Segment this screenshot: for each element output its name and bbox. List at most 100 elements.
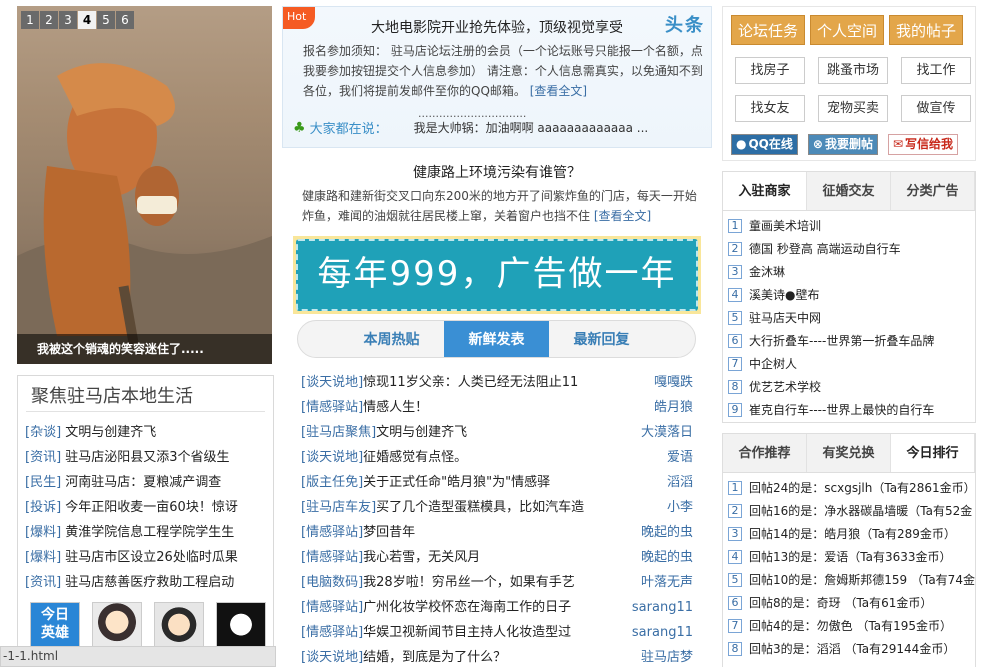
saying-message[interactable]: 我是大帅锅：加油啊啊 aaaaaaaaaaaaa ... (414, 119, 649, 136)
list-item-title[interactable]: 今年正阳收麦一亩60块！惊讶 (61, 500, 238, 515)
list-item-title[interactable]: 金沐琳 (749, 261, 785, 283)
tab-classified-ads[interactable]: 分类广告 (891, 172, 975, 210)
post-category[interactable]: [情感驿站] (301, 520, 363, 545)
list-item[interactable]: 5 回帖10的是：詹姆斯邦德159 （Ta有74金 (728, 568, 975, 591)
list-item[interactable]: 6 大行折叠车----世界第一折叠车品牌 (728, 329, 975, 352)
list-item-title[interactable]: 回帖10的是：詹姆斯邦德159 （Ta有74金 (749, 569, 975, 591)
list-item-title[interactable]: 河南驻马店：夏粮减产调查 (61, 475, 221, 490)
post-author[interactable]: 驻马店梦 (633, 645, 693, 670)
post-author[interactable]: sarang11 (632, 620, 693, 645)
list-item-title[interactable]: 童画美术培训 (749, 215, 821, 237)
post-author[interactable]: 晚起的虫 (633, 545, 693, 570)
list-item[interactable]: 2 回帖16的是：净水器碳晶墙暖（Ta有52金 (728, 499, 975, 522)
list-item[interactable]: [爆料] 驻马店市区设立26处临时瓜果 (25, 545, 273, 570)
list-item[interactable]: [爆料] 黄淮学院信息工程学院学生生 (25, 520, 273, 545)
post-category[interactable]: [谈天说地] (301, 370, 363, 395)
write-letter-button[interactable]: ✉ 写信给我 (887, 134, 959, 155)
list-item[interactable]: [资讯] 驻马店慈善医疗救助工程启动 (25, 570, 273, 595)
post-category[interactable]: [情感驿站] (301, 545, 363, 570)
post-author[interactable]: 大漠落日 (633, 420, 693, 445)
list-item[interactable]: 2 德国 秒登高 高端运动自行车 (728, 237, 975, 260)
list-item-title[interactable]: 回帖24的是：scxgsjlh（Ta有2861金币） (749, 477, 975, 499)
list-item-title[interactable]: 驻马店天中网 (749, 307, 821, 329)
tab-rewards[interactable]: 有奖兑换 (807, 434, 891, 472)
flea-market-button[interactable]: 跳蚤市场 (818, 57, 888, 84)
list-item-title[interactable]: 优艺艺术学校 (749, 376, 821, 398)
read-more-link[interactable]: [查看全文] (594, 209, 651, 223)
post-title[interactable]: 惊现11岁父亲：人类已经无法阻止11 (363, 370, 633, 395)
post-author[interactable]: sarang11 (632, 595, 693, 620)
pet-trade-button[interactable]: 宠物买卖 (818, 95, 888, 122)
post-author[interactable]: 皓月狼 (633, 395, 693, 420)
tab-matchmaking[interactable]: 征婚交友 (807, 172, 891, 210)
post-title[interactable]: 梦回昔年 (363, 520, 633, 545)
post-author[interactable]: 小李 (633, 495, 693, 520)
post-title[interactable]: 征婚感觉有点怪。 (363, 445, 633, 470)
list-item[interactable]: [杂谈] 文明与创建齐飞 (25, 420, 273, 445)
list-item-title[interactable]: 中企树人 (749, 353, 797, 375)
list-item-title[interactable]: 文明与创建齐飞 (61, 425, 156, 440)
list-item-title[interactable]: 崔克自行车----世界上最快的自行车 (749, 399, 934, 421)
list-item[interactable]: 8 回帖3的是：滔滔 （Ta有29144金币） (728, 637, 975, 660)
list-item[interactable]: 4 回帖13的是：爱语（Ta有3633金币） (728, 545, 975, 568)
list-item[interactable]: 9 崔克自行车----世界上最快的自行车 (728, 398, 975, 421)
list-item-category[interactable]: [资讯] (25, 450, 61, 465)
post-title[interactable]: 文明与创建齐飞 (376, 420, 633, 445)
post-author[interactable]: 晚起的虫 (633, 520, 693, 545)
list-item[interactable]: 6 回帖8的是：奇玡 （Ta有61金币） (728, 591, 975, 614)
find-girlfriend-button[interactable]: 找女友 (735, 95, 805, 122)
list-item-category[interactable]: [爆料] (25, 550, 61, 565)
list-item[interactable]: [资讯] 驻马店泌阳县又添3个省级生 (25, 445, 273, 470)
find-house-button[interactable]: 找房子 (735, 57, 805, 84)
list-item[interactable]: [民生] 河南驻马店：夏粮减产调查 (25, 470, 273, 495)
post-category[interactable]: [情感驿站] (301, 395, 363, 420)
list-item[interactable]: 7 回帖4的是：勿傲色 （Ta有195金币） (728, 614, 975, 637)
slider-page-5[interactable]: 5 (97, 11, 115, 29)
slider-page-6[interactable]: 6 (116, 11, 134, 29)
post-author[interactable]: 滔滔 (633, 470, 693, 495)
image-slider[interactable]: 1 2 3 4 5 6 我被这个销魂的笑容迷住了..... (17, 6, 272, 364)
list-item-title[interactable]: 回帖3的是：滔滔 （Ta有29144金币） (749, 638, 955, 660)
post-category[interactable]: [谈天说地] (301, 445, 363, 470)
list-item[interactable]: 3 金沐琳 (728, 260, 975, 283)
tab-new-posts[interactable]: 新鲜发表 (444, 321, 549, 357)
headline-title[interactable]: 大地电影院开业抢先体验，顶级视觉享受 (283, 17, 711, 37)
read-more-link[interactable]: [查看全文] (530, 84, 587, 98)
list-item-title[interactable]: 回帖8的是：奇玡 （Ta有61金币） (749, 592, 932, 614)
list-item-title[interactable]: 回帖13的是：爱语（Ta有3633金币） (749, 546, 952, 568)
post-title[interactable]: 广州化妆学校怀恋在海南工作的日子 (363, 595, 632, 620)
post-title[interactable]: 华娱卫视新闻节目主持人化妆造型过 (363, 620, 632, 645)
avatar[interactable] (154, 602, 204, 652)
list-item[interactable]: 1 回帖24的是：scxgsjlh（Ta有2861金币） (728, 476, 975, 499)
post-category[interactable]: [版主任免] (301, 470, 363, 495)
avatar[interactable] (92, 602, 142, 652)
list-item-title[interactable]: 回帖16的是：净水器碳晶墙暖（Ta有52金 (749, 500, 972, 522)
tab-daily-ranking[interactable]: 今日排行 (891, 434, 975, 472)
slider-page-2[interactable]: 2 (40, 11, 58, 29)
post-title[interactable]: 关于正式任命"皓月狼"为"情感驿 (363, 470, 633, 495)
post-author[interactable]: 嘎嘎跌 (633, 370, 693, 395)
list-item-title[interactable]: 驻马店慈善医疗救助工程启动 (61, 575, 234, 590)
list-item[interactable]: 1 童画美术培训 (728, 214, 975, 237)
ad-banner[interactable]: 每年999，广告做一年 (293, 236, 701, 314)
slider-page-3[interactable]: 3 (59, 11, 77, 29)
advertise-button[interactable]: 做宣传 (901, 95, 971, 122)
slider-page-4[interactable]: 4 (78, 11, 96, 29)
post-title[interactable]: 结婚，到底是为了什么？ (363, 645, 633, 670)
list-item[interactable]: 5 驻马店天中网 (728, 306, 975, 329)
list-item-category[interactable]: [投诉] (25, 500, 61, 515)
list-item-title[interactable]: 驻马店市区设立26处临时瓜果 (61, 550, 238, 565)
post-title[interactable]: 我心若雪，无关风月 (363, 545, 633, 570)
slider-page-1[interactable]: 1 (21, 11, 39, 29)
tab-weekly-hot[interactable]: 本周热贴 (339, 321, 444, 357)
list-item-category[interactable]: [民生] (25, 475, 61, 490)
secondary-news-title[interactable]: 健康路上环境污染有谁管？ (282, 162, 712, 182)
list-item-title[interactable]: 驻马店泌阳县又添3个省级生 (61, 450, 229, 465)
find-job-button[interactable]: 找工作 (901, 57, 971, 84)
post-category[interactable]: [驻马店聚焦] (301, 420, 376, 445)
post-author[interactable]: 叶落无声 (633, 570, 693, 595)
list-item-title[interactable]: 大行折叠车----世界第一折叠车品牌 (749, 330, 934, 352)
post-title[interactable]: 情感人生！ (363, 395, 633, 420)
delete-post-button[interactable]: ⊗ 我要删帖 (807, 134, 878, 155)
list-item[interactable]: 3 回帖14的是：皓月狼（Ta有289金币） (728, 522, 975, 545)
